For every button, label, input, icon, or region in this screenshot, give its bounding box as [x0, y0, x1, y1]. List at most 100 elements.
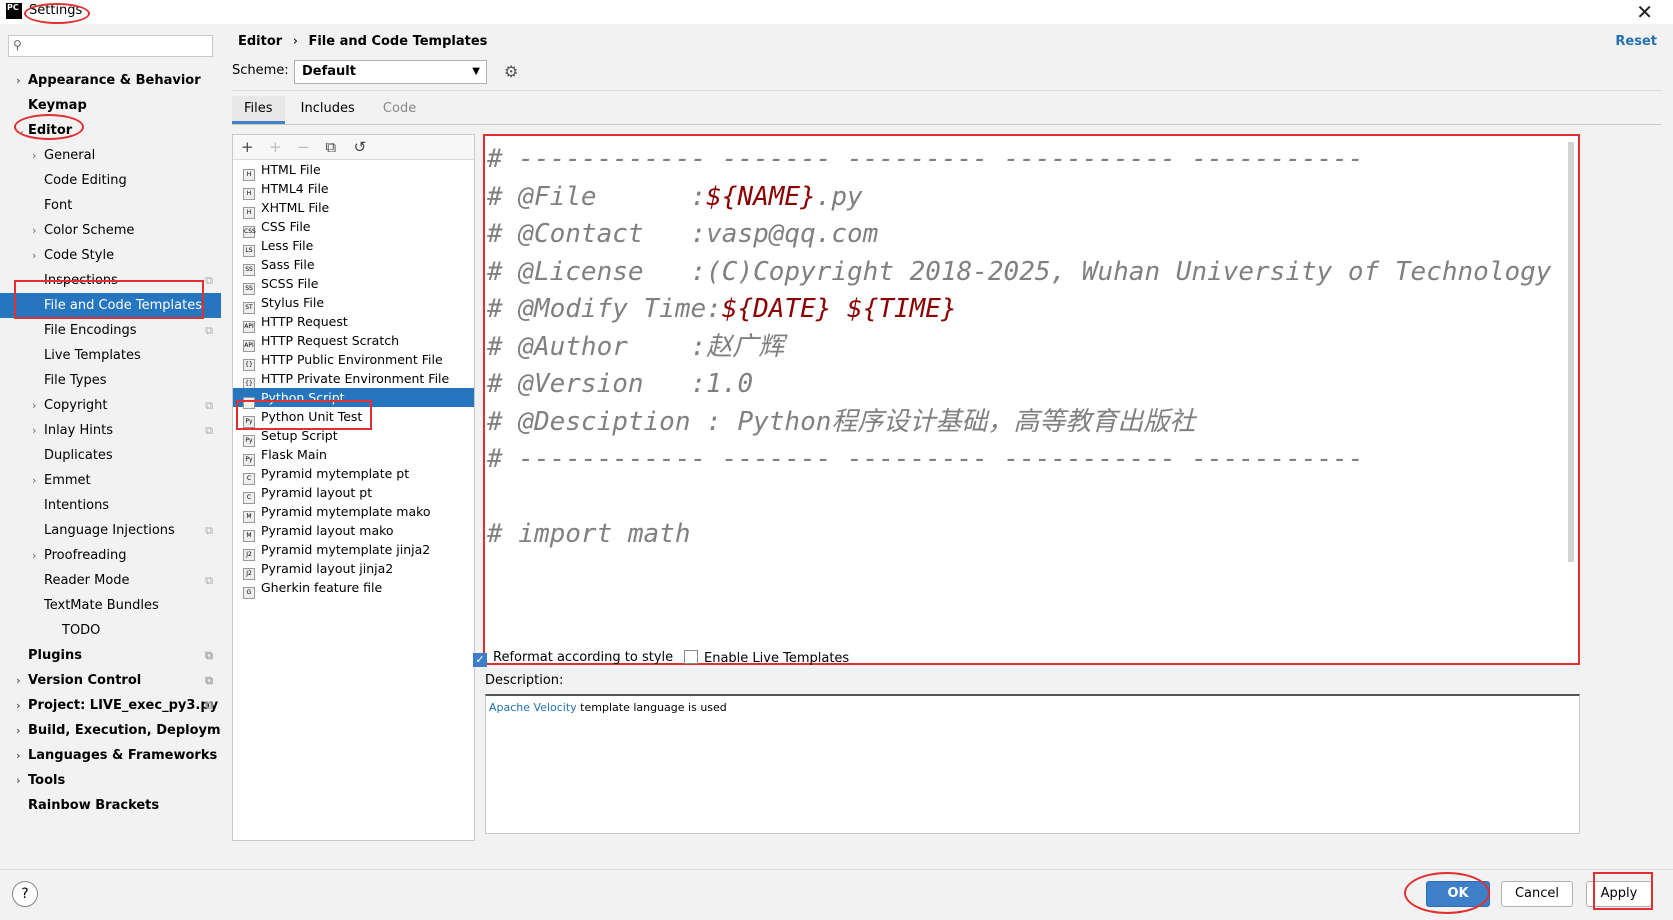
chevron-right-icon[interactable]: › — [16, 693, 21, 718]
scheme-select[interactable]: Default ▼ — [294, 60, 487, 84]
sidebar-item[interactable]: TODO — [0, 618, 221, 643]
sidebar-item[interactable]: Duplicates — [0, 443, 221, 468]
chevron-right-icon[interactable]: › — [32, 143, 36, 168]
list-item[interactable]: SS SCSS File — [233, 274, 474, 295]
sidebar-item[interactable]: TextMate Bundles — [0, 593, 221, 618]
list-item[interactable]: H HTML File — [233, 160, 474, 181]
sidebar-item[interactable]: › Project: LIVE_exec_py3.py ⧉ — [0, 693, 221, 718]
reset-link[interactable]: Reset — [1615, 34, 1657, 49]
sidebar-item[interactable]: Reader Mode ⧉ — [0, 568, 221, 593]
chevron-right-icon[interactable]: › — [32, 543, 36, 568]
sidebar-item[interactable]: Code Editing — [0, 168, 221, 193]
list-item[interactable]: {} HTTP Public Environment File — [233, 350, 474, 371]
chevron-right-icon[interactable]: › — [32, 243, 36, 268]
sidebar-item[interactable]: › Code Style — [0, 243, 221, 268]
list-item[interactable]: M Pyramid layout mako — [233, 521, 474, 542]
chevron-right-icon[interactable]: › — [16, 768, 21, 793]
list-item[interactable]: H XHTML File — [233, 198, 474, 219]
sidebar-item[interactable]: › General — [0, 143, 221, 168]
sidebar-item[interactable]: › Proofreading — [0, 543, 221, 568]
template-editor[interactable]: # ------------ ------- --------- -------… — [483, 134, 1580, 665]
cancel-button[interactable]: Cancel — [1501, 881, 1573, 907]
list-item[interactable]: SS Sass File — [233, 255, 474, 276]
tab-includes[interactable]: Includes — [289, 96, 367, 124]
list-item-label: CSS File — [261, 219, 311, 234]
reformat-checkbox[interactable]: ✓ Reformat according to style — [473, 650, 673, 667]
sidebar-item[interactable]: File Encodings ⧉ — [0, 318, 221, 343]
checkbox-checked-icon[interactable]: ✓ — [473, 653, 487, 667]
list-item[interactable]: API HTTP Request Scratch — [233, 331, 474, 352]
sidebar-item[interactable]: › Color Scheme — [0, 218, 221, 243]
chevron-right-icon[interactable]: › — [16, 743, 21, 768]
sidebar-item[interactable]: › Emmet — [0, 468, 221, 493]
chevron-right-icon[interactable]: › — [32, 393, 36, 418]
sidebar-item[interactable]: ⌄ Editor — [0, 118, 221, 143]
chevron-right-icon[interactable]: › — [32, 418, 36, 443]
code-text: # @Contact :vasp@qq.com — [487, 219, 879, 249]
sidebar-item[interactable]: Font — [0, 193, 221, 218]
sidebar-item[interactable]: Plugins ⧉ — [0, 643, 221, 668]
list-item[interactable]: G Gherkin feature file — [233, 578, 474, 599]
add-child-icon[interactable]: + — [269, 135, 293, 159]
list-item[interactable]: CSS CSS File — [233, 217, 474, 238]
sidebar-item[interactable]: File and Code Templates — [0, 293, 221, 318]
list-item[interactable]: H HTML4 File — [233, 179, 474, 200]
list-item[interactable]: M Pyramid mytemplate mako — [233, 502, 474, 523]
list-item[interactable]: Py Python Unit Test — [233, 407, 474, 428]
sidebar-item[interactable]: Language Injections ⧉ — [0, 518, 221, 543]
sidebar-item[interactable]: › Tools — [0, 768, 221, 793]
code-line: # @Version :1.0 — [487, 366, 1578, 404]
list-item[interactable]: Py Setup Script — [233, 426, 474, 447]
checkbox-unchecked-icon[interactable] — [684, 650, 698, 664]
remove-icon[interactable]: − — [297, 135, 321, 159]
sidebar-item[interactable]: File Types — [0, 368, 221, 393]
sidebar-item-label: Version Control — [28, 673, 142, 688]
close-icon[interactable]: ✕ — [1636, 0, 1653, 24]
tab-code[interactable]: Code — [371, 96, 428, 124]
add-icon[interactable]: + — [241, 135, 265, 159]
sidebar-item[interactable]: › Appearance & Behavior — [0, 68, 221, 93]
gear-icon[interactable]: ⚙ — [504, 62, 518, 81]
list-item[interactable]: API HTTP Request — [233, 312, 474, 333]
sidebar-item[interactable]: › Build, Execution, Deployment — [0, 718, 245, 743]
chevron-right-icon[interactable]: › — [16, 718, 21, 743]
chevron-right-icon[interactable]: › — [16, 68, 21, 93]
breadcrumb-editor[interactable]: Editor — [238, 34, 282, 49]
list-item[interactable]: LS Less File — [233, 236, 474, 257]
template-code[interactable]: # ------------ ------- --------- -------… — [485, 136, 1578, 554]
apply-button[interactable]: Apply — [1586, 881, 1652, 907]
help-icon[interactable]: ? — [12, 881, 38, 907]
chevron-right-icon[interactable]: › — [32, 218, 36, 243]
chevron-right-icon[interactable]: › — [16, 668, 21, 693]
ok-button[interactable]: OK — [1426, 881, 1490, 907]
sidebar-item[interactable]: › Copyright ⧉ — [0, 393, 221, 418]
live-templates-checkbox[interactable]: Enable Live Templates — [684, 650, 849, 666]
title-bar: PC Settings ✕ — [0, 0, 1673, 24]
tab-files[interactable]: Files — [232, 96, 285, 124]
sidebar-item[interactable]: Intentions — [0, 493, 221, 518]
reset-icon[interactable]: ↺ — [354, 135, 378, 159]
sidebar-item[interactable]: Inspections ⧉ — [0, 268, 221, 293]
sidebar-item[interactable]: Live Templates — [0, 343, 221, 368]
sidebar-item[interactable]: › Inlay Hints ⧉ — [0, 418, 221, 443]
list-item[interactable]: Py Python Script — [233, 388, 474, 409]
sidebar-item[interactable]: › Languages & Frameworks — [0, 743, 221, 768]
list-item[interactable]: C Pyramid layout pt — [233, 483, 474, 504]
scrollbar[interactable] — [1568, 142, 1574, 562]
sidebar-item[interactable]: Keymap — [0, 93, 221, 118]
list-item[interactable]: J2 Pyramid mytemplate jinja2 — [233, 540, 474, 561]
search-input[interactable]: ⚲ — [8, 35, 213, 57]
code-text: # import math — [487, 519, 691, 549]
list-item[interactable]: J2 Pyramid layout jinja2 — [233, 559, 474, 580]
list-item-label: Gherkin feature file — [261, 580, 383, 595]
list-item[interactable]: Py Flask Main — [233, 445, 474, 466]
chevron-right-icon[interactable]: › — [32, 468, 36, 493]
chevron-down-icon[interactable]: ⌄ — [16, 118, 25, 143]
sidebar-item[interactable]: › Version Control ⧉ — [0, 668, 221, 693]
list-item[interactable]: C Pyramid mytemplate pt — [233, 464, 474, 485]
sidebar-item[interactable]: Rainbow Brackets — [0, 793, 221, 818]
velocity-link[interactable]: Apache Velocity — [489, 701, 577, 714]
list-item[interactable]: ST Stylus File — [233, 293, 474, 314]
list-item[interactable]: {} HTTP Private Environment File — [233, 369, 474, 390]
copy-icon[interactable]: ⧉ — [325, 135, 349, 159]
